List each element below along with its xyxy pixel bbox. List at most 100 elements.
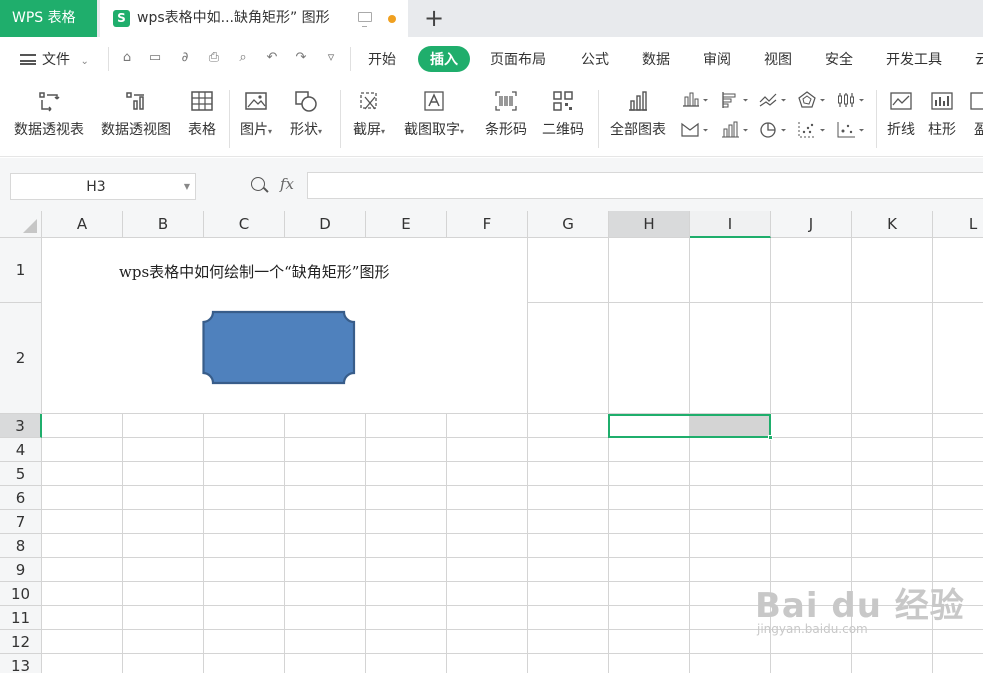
radar-chart-dropdown[interactable] — [797, 90, 827, 110]
column-header-g[interactable]: G — [528, 211, 609, 238]
pivot-table-icon — [39, 92, 60, 112]
column-header-h[interactable]: H — [609, 211, 690, 238]
all-charts-button[interactable]: 全部图表 — [610, 90, 666, 139]
gridline — [365, 414, 366, 673]
fx-icon[interactable]: fx — [280, 175, 294, 193]
tab-home[interactable]: 开始 — [368, 49, 396, 69]
column-header-b[interactable]: B — [123, 211, 204, 238]
row-header-5[interactable]: 5 — [0, 462, 42, 486]
table-button[interactable]: 表格 — [188, 90, 216, 139]
tab-security[interactable]: 安全 — [825, 49, 853, 69]
row-header-1[interactable]: 1 — [0, 238, 42, 303]
shape-label: 形状▾ — [290, 122, 323, 138]
column-header-a[interactable]: A — [42, 211, 123, 238]
row-header-3[interactable]: 3 — [0, 414, 42, 438]
qrcode-button[interactable]: 二维码 — [542, 90, 584, 139]
winloss-sparkline-button[interactable]: 盈 — [969, 90, 983, 139]
select-all-corner[interactable] — [0, 211, 42, 238]
zoom-icon[interactable] — [251, 177, 265, 191]
column-header-k[interactable]: K — [852, 211, 933, 238]
name-box[interactable]: H3 ▼ — [10, 173, 196, 200]
combo-chart-dropdown[interactable] — [720, 120, 750, 140]
row-header-11[interactable]: 11 — [0, 606, 42, 630]
bar-chart-dropdown[interactable] — [720, 90, 750, 110]
tab-cloud[interactable]: 云 — [975, 49, 983, 69]
row-header-2[interactable]: 2 — [0, 303, 42, 414]
scatter-chart-dropdown[interactable] — [797, 120, 827, 140]
file-menu[interactable]: 文件 ⌄ — [20, 49, 89, 69]
barcode-button[interactable]: 条形码 — [485, 90, 527, 139]
qrcode-label: 二维码 — [542, 122, 584, 138]
tab-formulas[interactable]: 公式 — [581, 49, 609, 69]
row-header-7[interactable]: 7 — [0, 510, 42, 534]
line-chart-dropdown[interactable] — [758, 90, 788, 110]
column-header-d[interactable]: D — [285, 211, 366, 238]
print-preview-icon[interactable]: ⌕ — [235, 50, 251, 66]
tab-data[interactable]: 数据 — [642, 49, 670, 69]
column-header-e[interactable]: E — [366, 211, 447, 238]
gridline — [689, 238, 690, 673]
divider — [340, 90, 341, 148]
sparkline-line-icon — [890, 92, 912, 110]
new-tab-button[interactable]: + — [424, 5, 444, 31]
area-chart-dropdown[interactable] — [680, 120, 710, 140]
snip-corner-rectangle-shape[interactable] — [202, 310, 358, 387]
gridline — [122, 414, 123, 673]
bubble-chart-icon — [837, 122, 864, 138]
column-header-f[interactable]: F — [447, 211, 528, 238]
undo-icon[interactable]: ↶ — [264, 50, 280, 66]
tab-page-layout[interactable]: 页面布局 — [490, 49, 546, 69]
gridline — [42, 485, 983, 486]
print-icon[interactable]: ⎙ — [206, 50, 222, 66]
open-folder-icon[interactable]: ⌂ — [119, 50, 135, 66]
pie-chart-dropdown[interactable] — [758, 120, 788, 140]
active-cell-selection[interactable] — [608, 414, 771, 438]
column-header-i[interactable]: I — [690, 211, 771, 238]
tab-developer[interactable]: 开发工具 — [886, 49, 942, 69]
column-sparkline-button[interactable]: 柱形 — [928, 90, 956, 139]
watermark-url: jingyan.baidu.com — [757, 622, 868, 636]
shape-icon — [295, 91, 317, 112]
gridline — [42, 653, 983, 654]
pivot-chart-button[interactable]: 数据透视图 — [101, 90, 171, 139]
app-tab[interactable]: WPS 表格 — [0, 0, 97, 37]
screenshot-label: 截屏▾ — [353, 122, 386, 138]
column-header-c[interactable]: C — [204, 211, 285, 238]
column-header-l[interactable]: L — [933, 211, 983, 238]
all-charts-label: 全部图表 — [610, 122, 666, 138]
chevron-down-icon[interactable]: ▼ — [184, 182, 190, 191]
customize-icon[interactable]: ▿ — [323, 50, 339, 66]
tab-view[interactable]: 视图 — [764, 49, 792, 69]
pivot-table-button[interactable]: 数据透视表 — [14, 90, 84, 139]
redo-icon[interactable]: ↷ — [293, 50, 309, 66]
line-sparkline-button[interactable]: 折线 — [887, 90, 915, 139]
ocr-button[interactable]: 截图取字▾ — [404, 90, 464, 139]
document-tab[interactable]: S wps表格中如...缺角矩形” 图形 — [100, 0, 408, 37]
row-header-8[interactable]: 8 — [0, 534, 42, 558]
barcode-icon — [495, 91, 517, 111]
gridline — [284, 414, 285, 673]
stock-chart-dropdown[interactable] — [836, 90, 866, 110]
column-header-j[interactable]: J — [771, 211, 852, 238]
tab-insert[interactable]: 插入 — [418, 46, 470, 72]
file-menu-label: 文件 — [42, 52, 70, 68]
shape-button[interactable]: 形状▾ — [290, 90, 322, 139]
column-chart-dropdown[interactable] — [680, 90, 710, 110]
monitor-icon[interactable] — [358, 12, 372, 27]
row-header-4[interactable]: 4 — [0, 438, 42, 462]
format-painter-icon[interactable]: ∂ — [177, 50, 193, 66]
row-header-10[interactable]: 10 — [0, 582, 42, 606]
cell-a1-text[interactable]: wps表格中如何绘制一个“缺角矩形”图形 — [119, 261, 389, 282]
bubble-chart-dropdown[interactable] — [836, 120, 866, 140]
row-header-13[interactable]: 13 — [0, 654, 42, 673]
screenshot-button[interactable]: 截屏▾ — [353, 90, 385, 139]
formula-input[interactable] — [307, 172, 983, 199]
row-header-12[interactable]: 12 — [0, 630, 42, 654]
picture-button[interactable]: 图片▾ — [240, 90, 272, 139]
barcode-label: 条形码 — [485, 122, 527, 138]
fill-handle[interactable] — [768, 435, 773, 440]
save-icon[interactable]: ▭ — [147, 50, 163, 66]
tab-review[interactable]: 审阅 — [703, 49, 731, 69]
row-header-9[interactable]: 9 — [0, 558, 42, 582]
row-header-6[interactable]: 6 — [0, 486, 42, 510]
